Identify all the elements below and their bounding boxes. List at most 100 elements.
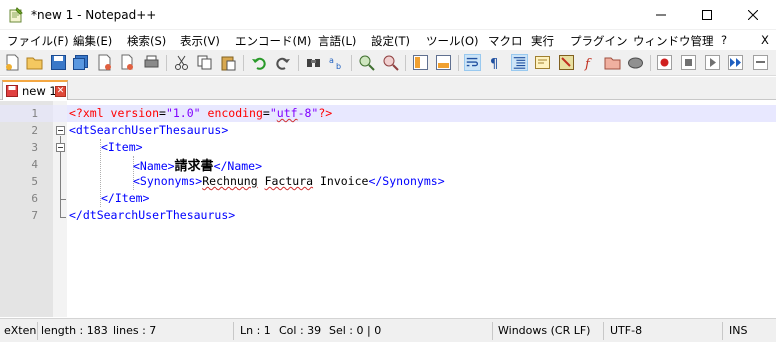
status-bar: eXten length : 183 lines : 7 Ln : 1 Col … — [0, 318, 776, 342]
stop-macro-icon[interactable] — [680, 54, 697, 71]
status-divider — [492, 322, 493, 340]
toolbar-separator — [458, 55, 459, 71]
find-icon[interactable] — [305, 54, 322, 71]
menu-edit[interactable]: 編集(E) — [73, 33, 112, 49]
toolbar-separator — [650, 55, 651, 71]
xml-tag: </Name> — [213, 159, 263, 173]
paste-icon[interactable] — [220, 54, 237, 71]
xml-tag: </dtSearchUserThesaurus> — [69, 208, 236, 222]
status-divider — [37, 322, 38, 340]
toolbar: ab ¶ f — [0, 50, 776, 76]
code-line-2: <dtSearchUserThesaurus> — [69, 123, 228, 137]
tab-label: new 1 — [22, 84, 57, 98]
fold-toggle-icon[interactable] — [56, 126, 65, 135]
menu-bar: ファイル(F) 編集(E) 検索(S) 表示(V) エンコード(M) 言語(L)… — [0, 31, 776, 50]
menu-file[interactable]: ファイル(F) — [7, 33, 69, 49]
toolbar-separator — [166, 55, 167, 71]
show-all-chars-icon[interactable]: ¶ — [487, 54, 504, 71]
open-file-icon[interactable] — [26, 54, 43, 71]
run-macro-multiple-icon[interactable] — [727, 54, 744, 71]
close-window-button[interactable] — [730, 0, 776, 30]
sync-vertical-icon[interactable] — [412, 54, 429, 71]
menu-settings[interactable]: 設定(T) — [371, 33, 410, 49]
redo-icon[interactable] — [274, 54, 291, 71]
close-icon — [748, 10, 758, 20]
tab-bar: new 1 ✕ — [0, 77, 776, 100]
menu-view[interactable]: 表示(V) — [180, 33, 220, 49]
svg-text:f: f — [584, 57, 592, 71]
function-list-icon[interactable]: f — [581, 54, 598, 71]
menu-search[interactable]: 検索(S) — [127, 33, 166, 49]
replace-icon[interactable]: ab — [328, 54, 345, 71]
print-icon[interactable] — [143, 54, 160, 71]
code-line-6: </Item> — [101, 191, 149, 205]
status-lines: lines : 7 — [113, 324, 157, 337]
title-bar: *new 1 - Notepad++ — [0, 0, 776, 30]
indent-guide-icon[interactable] — [511, 54, 528, 71]
notepadpp-icon — [9, 7, 23, 23]
equals-sign: = — [262, 106, 270, 120]
menu-window[interactable]: ウィンドウ管理 — [633, 33, 714, 49]
element-text-misspelled: Rechnung — [202, 174, 258, 188]
save-all-icon[interactable] — [72, 54, 89, 71]
close-icon[interactable] — [96, 54, 113, 71]
folder-workspace-icon[interactable] — [604, 54, 621, 71]
menu-run[interactable]: 実行 — [531, 33, 554, 49]
code-line-1: <?xml version="1.0" encoding="utf-8"?> — [69, 106, 332, 120]
xml-tag: <Item> — [101, 140, 143, 154]
svg-text:¶: ¶ — [490, 57, 498, 71]
code-line-7: </dtSearchUserThesaurus> — [69, 208, 235, 222]
xml-tag: <Name> — [133, 159, 175, 173]
line-number: 1 — [31, 107, 38, 120]
xml-declaration-close: ?> — [318, 106, 333, 120]
copy-icon[interactable] — [196, 54, 213, 71]
xml-tag: </Synonyms> — [368, 174, 445, 188]
status-language: eXten — [4, 324, 37, 337]
fold-toggle-icon[interactable] — [56, 143, 65, 152]
word-wrap-icon[interactable] — [464, 54, 481, 71]
code-line-5: <Synonyms>Rechnung Factura Invoice</Syno… — [133, 174, 445, 188]
save-macro-icon[interactable] — [752, 54, 769, 71]
xml-tag: <Synonyms> — [133, 174, 203, 188]
tab-close-icon[interactable]: ✕ — [55, 86, 66, 97]
fold-end-marker — [60, 217, 66, 218]
menu-encoding[interactable]: エンコード(M) — [235, 33, 311, 49]
sync-horizontal-icon[interactable] — [435, 54, 452, 71]
play-macro-icon[interactable] — [704, 54, 721, 71]
zoom-in-icon[interactable] — [358, 54, 375, 71]
editor-area[interactable]: 1 2 3 4 5 6 7 <?xml version="1.0" encodi… — [0, 101, 776, 317]
maximize-button[interactable] — [684, 0, 730, 30]
menu-plugins[interactable]: プラグイン — [570, 33, 628, 49]
menu-language[interactable]: 言語(L) — [318, 33, 356, 49]
undo-icon[interactable] — [251, 54, 268, 71]
close-document-button[interactable]: X — [761, 33, 769, 47]
attribute-name: version — [110, 106, 160, 120]
cut-icon[interactable] — [173, 54, 190, 71]
monitoring-icon[interactable] — [627, 54, 644, 71]
menu-macro[interactable]: マクロ — [488, 33, 523, 49]
new-file-icon[interactable] — [4, 54, 21, 71]
svg-text:a: a — [329, 56, 334, 65]
tab-new-1[interactable]: new 1 ✕ — [2, 80, 68, 100]
menu-tools[interactable]: ツール(O) — [426, 33, 479, 49]
close-all-icon[interactable] — [118, 54, 135, 71]
udl-icon[interactable] — [534, 54, 551, 71]
line-number: 4 — [31, 158, 38, 171]
attribute-value-misspelled: utf — [276, 106, 298, 120]
record-macro-icon[interactable] — [656, 54, 673, 71]
save-icon[interactable] — [50, 54, 67, 71]
window-title: *new 1 - Notepad++ — [31, 8, 157, 22]
zoom-out-icon[interactable] — [382, 54, 399, 71]
toolbar-separator — [351, 55, 352, 71]
equals-sign: = — [159, 106, 166, 120]
minimize-button[interactable] — [638, 0, 684, 30]
doc-map-icon[interactable] — [558, 54, 575, 71]
toolbar-separator — [405, 55, 406, 71]
attribute-value: " — [269, 106, 277, 120]
element-text-misspelled: Factura — [264, 174, 314, 188]
menu-help[interactable]: ? — [721, 33, 727, 47]
status-insert-mode[interactable]: INS — [729, 324, 747, 337]
